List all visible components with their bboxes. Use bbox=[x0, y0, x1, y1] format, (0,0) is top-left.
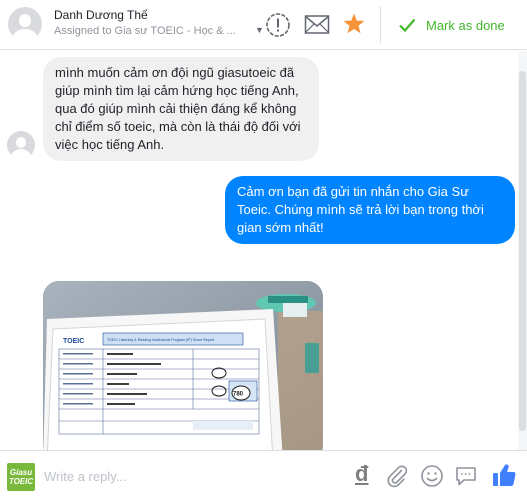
incoming-message: mình muốn cảm ơn đội ngũ giasutoeic đã g… bbox=[43, 57, 319, 161]
toeic-score-report-image: TOEIC TOEIC Listening & Reading Institut… bbox=[43, 281, 323, 450]
alert-icon[interactable] bbox=[265, 12, 291, 38]
saved-reply-icon[interactable] bbox=[454, 464, 478, 488]
scrollbar-thumb[interactable] bbox=[519, 71, 526, 431]
svg-text:TOEIC Listening & Reading Inst: TOEIC Listening & Reading Institutional … bbox=[107, 338, 214, 342]
svg-text:TOEIC: TOEIC bbox=[63, 338, 84, 345]
assignment-dropdown[interactable]: Assigned to Gia sư TOEIC - Học & ... bbox=[54, 25, 254, 37]
star-icon[interactable] bbox=[342, 12, 366, 36]
outgoing-message: Cảm ơn bạn đã gửi tin nhắn cho Gia Sư To… bbox=[225, 176, 515, 244]
svg-text:780: 780 bbox=[233, 392, 244, 398]
conversation-header: Danh Dương Thế Assigned to Gia sư TOEIC … bbox=[0, 0, 527, 50]
sender-avatar[interactable] bbox=[7, 131, 35, 159]
mark-as-done-button[interactable]: Mark as done bbox=[398, 14, 505, 36]
header-divider bbox=[380, 6, 381, 44]
conversation-scrollbar[interactable] bbox=[518, 51, 527, 450]
smiley-icon[interactable] bbox=[420, 464, 444, 488]
attached-photo[interactable]: TOEIC TOEIC Listening & Reading Institut… bbox=[43, 281, 323, 450]
mail-icon[interactable] bbox=[304, 14, 330, 36]
message-thread[interactable]: mình muốn cảm ơn đội ngũ giasutoeic đã g… bbox=[0, 51, 527, 450]
reply-input[interactable] bbox=[44, 465, 294, 487]
contact-name[interactable]: Danh Dương Thế bbox=[54, 8, 148, 22]
mark-as-done-label: Mark as done bbox=[426, 17, 505, 33]
reply-composer: Giasu TOEIC đ bbox=[0, 450, 527, 501]
chevron-down-icon[interactable]: ▼ bbox=[255, 25, 264, 35]
page-logo: Giasu TOEIC bbox=[7, 463, 35, 491]
like-icon[interactable] bbox=[491, 462, 517, 488]
paperclip-icon[interactable] bbox=[385, 464, 409, 488]
user-avatar[interactable] bbox=[8, 7, 42, 41]
check-icon bbox=[399, 18, 416, 33]
dong-icon[interactable]: đ bbox=[355, 462, 375, 486]
